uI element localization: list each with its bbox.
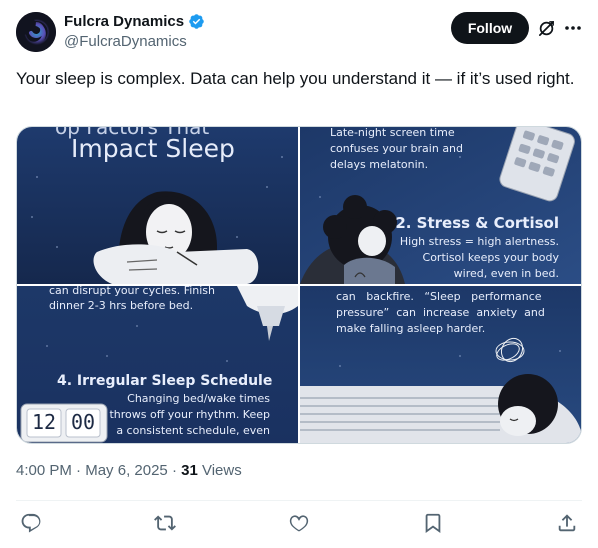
panel3-top-text: can disrupt your cycles. Finish dinner 2…	[49, 286, 215, 313]
panel3-body-line1: Changing bed/wake times	[127, 392, 270, 405]
tweet-date[interactable]: May 6, 2025	[85, 462, 168, 479]
tweet-text: Your sleep is complex. Data can help you…	[16, 69, 575, 88]
panel4-line3: make falling asleep harder.	[336, 322, 486, 335]
views-label: Views	[201, 462, 242, 479]
reply-icon[interactable]	[20, 512, 42, 534]
share-icon[interactable]	[556, 512, 578, 534]
panel2-body-line3: wired, even in bed.	[453, 267, 559, 280]
meta-separator: ·	[76, 462, 82, 479]
panel2-top-line2: confuses your brain and	[330, 142, 464, 155]
panel4-line1: can backfire. “Sleep performance	[336, 290, 542, 303]
repost-icon[interactable]	[154, 512, 176, 534]
bookmark-icon[interactable]	[422, 512, 444, 534]
tweet-header: Fulcra Dynamics @FulcraDynamics Follow	[16, 12, 582, 54]
panel2-title: 2. Stress & Cortisol	[395, 214, 559, 232]
panel4-text: can backfire. “Sleep performance pressur…	[336, 289, 545, 337]
tweet-meta: 4:00 PM · May 6, 2025 · 31 Views	[16, 462, 242, 479]
media-image-1[interactable]: op Factors That Impact Sleep	[17, 127, 298, 284]
media-image-2[interactable]: Late-night screen time confuses your bra…	[300, 127, 581, 284]
media-image-3[interactable]: can disrupt your cycles. Finish dinner 2…	[17, 286, 298, 443]
author-block: Fulcra Dynamics @FulcraDynamics	[64, 13, 205, 50]
panel2-body-line2: Cortisol keeps your body	[422, 251, 559, 264]
panel2-top-line3: delays melatonin.	[330, 158, 429, 171]
panel2-top-line1: Late-night screen time	[330, 127, 455, 139]
panel3-top-line2: dinner 2-3 hrs before bed.	[49, 299, 194, 312]
panel3-body-line2: throws off your rhythm. Keep	[109, 408, 270, 421]
panel2-body-text: High stress = high alertness. Cortisol k…	[400, 234, 559, 282]
clock-minutes: 00	[70, 410, 96, 434]
clock-hours: 12	[31, 410, 57, 434]
avatar[interactable]	[16, 12, 56, 52]
media-grid: op Factors That Impact Sleep Late-night …	[16, 126, 582, 444]
panel4-line2: pressure” can increase anxiety and	[336, 306, 545, 319]
meta-separator: ·	[171, 462, 177, 479]
panel3-title: 4. Irregular Sleep Schedule	[57, 373, 273, 389]
panel2-top-text: Late-night screen time confuses your bra…	[330, 127, 463, 173]
panel3-top-line1: can disrupt your cycles. Finish	[49, 286, 216, 297]
panel1-heading: Impact Sleep	[71, 134, 235, 163]
tweet-time[interactable]: 4:00 PM	[16, 462, 72, 479]
panel2-body-line1: High stress = high alertness.	[399, 235, 559, 248]
divider	[16, 500, 582, 501]
like-icon[interactable]	[288, 512, 310, 534]
panel3-body-text: Changing bed/wake times throws off your …	[109, 391, 270, 439]
views-count: 31	[181, 462, 198, 479]
author-display-name[interactable]: Fulcra Dynamics	[64, 13, 184, 30]
author-handle[interactable]: @FulcraDynamics	[64, 33, 205, 50]
verified-badge-icon	[188, 13, 205, 30]
panel3-body-line3: a consistent schedule, even	[116, 424, 270, 437]
action-bar	[16, 510, 582, 538]
more-icon[interactable]	[563, 18, 583, 38]
follow-button[interactable]: Follow	[451, 12, 529, 44]
media-image-4[interactable]: can backfire. “Sleep performance pressur…	[300, 286, 581, 443]
grok-icon[interactable]	[537, 19, 556, 38]
